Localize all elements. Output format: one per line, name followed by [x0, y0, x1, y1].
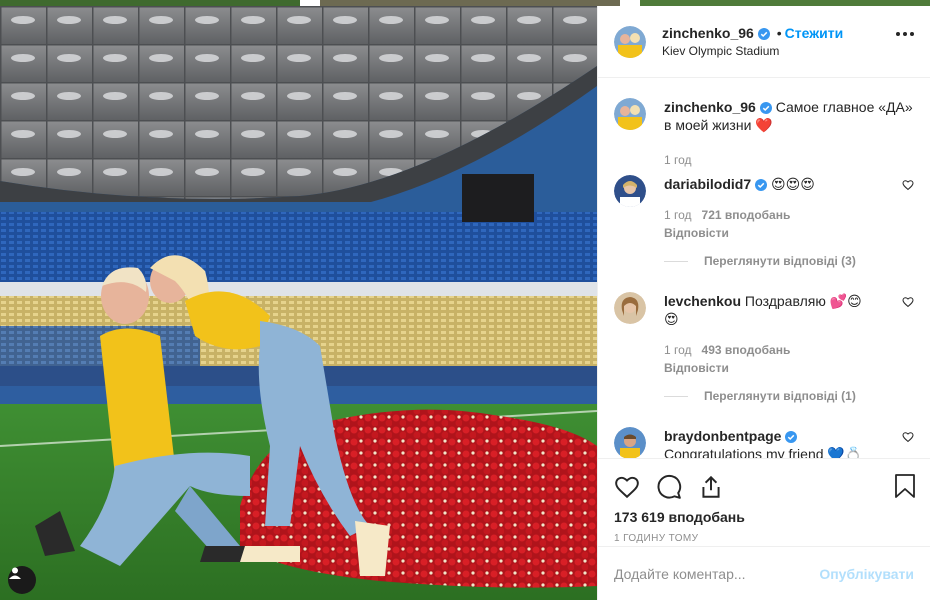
verified-badge-icon: [755, 179, 768, 191]
comment-item: levchenkou Поздравляю 💕😊 😍 1 год 493 впод…: [614, 292, 914, 405]
commenter-avatar[interactable]: [614, 292, 646, 324]
commenter-username[interactable]: levchenkou: [664, 293, 741, 309]
post-timestamp[interactable]: 1 ГОДИНУ ТОМУ: [614, 533, 914, 544]
comment-emoji: 💙💍: [827, 447, 863, 458]
like-comment-heart-icon[interactable]: [902, 179, 914, 191]
comment-text: Поздравляю: [744, 293, 826, 309]
caption-emoji: ❤️: [755, 118, 773, 134]
location-link[interactable]: Kiev Olympic Stadium: [662, 42, 843, 60]
comments-list: zinchenko_96 Самое главное «ДА» в моей ж…: [598, 78, 930, 458]
view-replies-button[interactable]: Переглянути відповіді (1): [664, 387, 894, 405]
commenter-username[interactable]: dariabilodid7: [664, 176, 751, 192]
user-tags-button[interactable]: [8, 566, 36, 594]
comment-item: braydonbentpage Congratulations my frien…: [614, 427, 914, 458]
comment-emoji-line2: 😍: [664, 312, 679, 328]
comment-emoji: 💕😊: [829, 294, 862, 310]
likes-count[interactable]: 173 619 вподобань: [614, 509, 914, 525]
caption-username[interactable]: zinchenko_96: [664, 99, 756, 115]
post-side-panel: zinchenko_96 • Стежити Kiev Olympic Stadi…: [597, 6, 930, 600]
comment-item: dariabilodid7 😍😍😍 1 год 721 вподобань Від…: [614, 175, 914, 270]
comment-emoji: 😍😍😍: [771, 177, 815, 193]
caption: zinchenko_96 Самое главное «ДА» в моей ж…: [614, 98, 914, 169]
user-tags-icon: [9, 567, 21, 579]
comment-age[interactable]: 1 год: [664, 206, 692, 224]
commenter-avatar[interactable]: [614, 175, 646, 207]
reply-button[interactable]: Відповісти: [664, 359, 894, 377]
like-comment-heart-icon[interactable]: [902, 431, 914, 443]
comment-likes[interactable]: 721 вподобань: [702, 206, 791, 224]
share-icon[interactable]: [698, 474, 724, 500]
like-comment-heart-icon[interactable]: [902, 296, 914, 308]
more-options-icon[interactable]: [896, 32, 914, 36]
commenter-username[interactable]: braydonbentpage: [664, 428, 781, 444]
add-comment-bar: Опублікувати: [598, 546, 930, 600]
comment-icon[interactable]: [656, 474, 682, 500]
caption-age[interactable]: 1 год: [664, 151, 692, 169]
commenter-avatar[interactable]: [614, 427, 646, 458]
comment-input[interactable]: [614, 565, 820, 582]
comment-text: Congratulations my friend: [664, 446, 824, 458]
follow-button[interactable]: Стежити: [785, 25, 844, 41]
comment-likes[interactable]: 493 вподобань: [702, 341, 791, 359]
publish-button[interactable]: Опублікувати: [819, 566, 914, 582]
verified-badge-icon: [785, 431, 798, 443]
view-replies-button[interactable]: Переглянути відповіді (3): [664, 252, 894, 270]
post-actions: 173 619 вподобань 1 ГОДИНУ ТОМУ: [598, 458, 930, 544]
reply-button[interactable]: Відповісти: [664, 224, 894, 242]
heart-icon[interactable]: [614, 474, 640, 500]
post-header: zinchenko_96 • Стежити Kiev Olympic Stadi…: [598, 6, 930, 78]
post-photo[interactable]: [0, 6, 597, 600]
view-replies-label: Переглянути відповіді (1): [704, 389, 856, 403]
author-username[interactable]: zinchenko_96: [662, 25, 754, 41]
author-avatar[interactable]: [614, 25, 646, 58]
author-avatar[interactable]: [614, 98, 646, 130]
comment-age[interactable]: 1 год: [664, 341, 692, 359]
stadium-proposal-image: [0, 6, 597, 600]
view-replies-label: Переглянути відповіді (3): [704, 254, 856, 268]
verified-badge-icon: [757, 27, 770, 40]
bookmark-icon[interactable]: [894, 473, 916, 499]
verified-badge-icon: [759, 102, 772, 114]
separator-dot: •: [776, 24, 782, 41]
